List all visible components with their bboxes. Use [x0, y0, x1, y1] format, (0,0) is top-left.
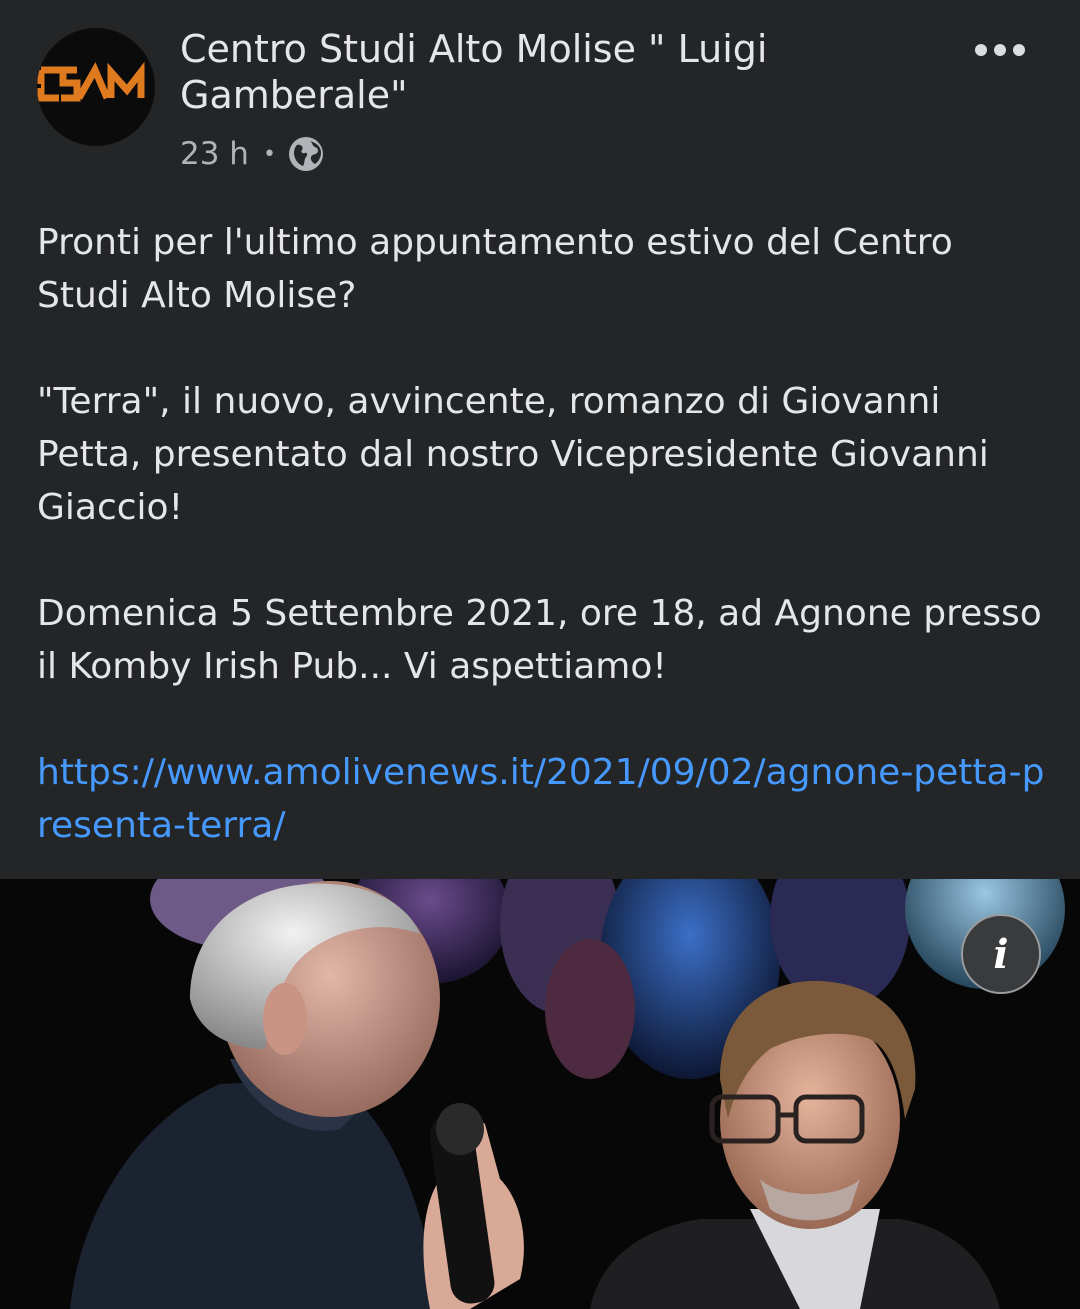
post-text: Pronti per l'ultimo appuntamento estivo …: [37, 216, 1047, 852]
post-timestamp[interactable]: 23 h: [180, 136, 249, 172]
more-dot: [975, 44, 987, 56]
post-header: Centro Studi Alto Molise " Luigi Gambera…: [0, 0, 1080, 190]
more-options-button[interactable]: [968, 36, 1032, 64]
globe-icon[interactable]: [288, 136, 324, 172]
post-paragraph-1: Pronti per l'ultimo appuntamento estivo …: [37, 222, 953, 316]
more-dot: [1013, 44, 1025, 56]
more-dot: [994, 44, 1006, 56]
post-meta: 23 h •: [180, 134, 324, 174]
page-name[interactable]: Centro Studi Alto Molise " Luigi Gambera…: [180, 26, 900, 118]
meta-separator: •: [262, 141, 276, 167]
post-link[interactable]: https://www.amolivenews.it/2021/09/02/ag…: [37, 752, 1044, 846]
page-avatar[interactable]: [37, 28, 155, 146]
csam-logo: [37, 61, 145, 102]
info-icon[interactable]: i: [961, 914, 1041, 994]
post-paragraph-3: Domenica 5 Settembre 2021, ore 18, ad Ag…: [37, 593, 1042, 687]
post-paragraph-2: "Terra", il nuovo, avvincente, romanzo d…: [37, 381, 989, 528]
photo-illustration: [0, 879, 1080, 1309]
post-photo[interactable]: [0, 879, 1080, 1309]
